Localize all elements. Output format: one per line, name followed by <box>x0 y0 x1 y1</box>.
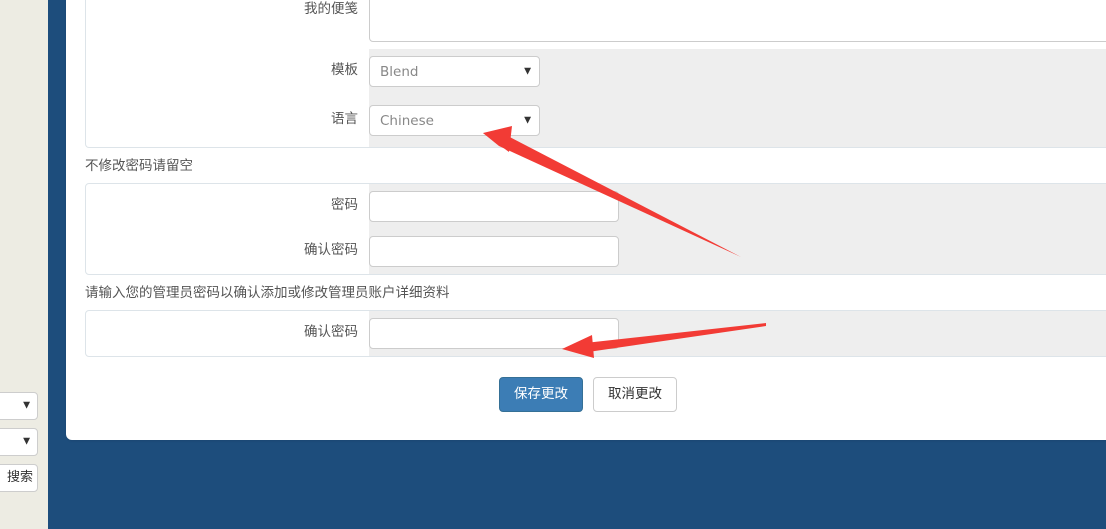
cancel-changes-button[interactable]: 取消更改 <box>593 377 677 412</box>
page-root: ▼ ▼ 搜索 我的便笺 模板 Blend ▼ 语言 Chinese ▼ 不修改密… <box>0 0 1106 529</box>
label-template: 模板 <box>331 62 358 78</box>
password-fieldset: 密码 确认密码 <box>85 183 1106 275</box>
form-row-confirm-password: 确认密码 <box>86 229 1106 274</box>
form-row-admin-confirm-password: 确认密码 <box>86 311 1106 356</box>
form-row-password: 密码 <box>86 184 1106 229</box>
save-changes-button[interactable]: 保存更改 <box>499 377 583 412</box>
form-row-template: 模板 Blend ▼ <box>86 49 1106 98</box>
chevron-down-icon: ▼ <box>23 436 30 447</box>
form-actions: 保存更改 取消更改 <box>85 357 1091 412</box>
chevron-down-icon: ▼ <box>23 400 30 411</box>
label-admin-confirm-password: 确认密码 <box>304 324 358 340</box>
field-cell-confirm-password <box>369 229 1106 274</box>
form-row-notes: 我的便笺 <box>86 0 1106 49</box>
admin-confirm-hint-text: 请输入您的管理员密码以确认添加或修改管理员账户详细资料 <box>85 285 450 301</box>
content-card: 我的便笺 模板 Blend ▼ 语言 Chinese ▼ 不修改密码请留空 密码… <box>66 0 1106 440</box>
language-select[interactable]: Chinese ▼ <box>369 105 540 136</box>
template-select[interactable]: Blend ▼ <box>369 56 540 87</box>
field-cell-password <box>369 184 1106 229</box>
label-language: 语言 <box>331 111 358 127</box>
sidebar-select-two[interactable]: ▼ <box>0 428 38 456</box>
field-cell-template: Blend ▼ <box>369 49 1106 98</box>
label-confirm-password: 确认密码 <box>304 242 358 258</box>
sidebar-widgets: ▼ ▼ 搜索 <box>0 392 38 492</box>
form-row-language: 语言 Chinese ▼ <box>86 98 1106 147</box>
template-select-value: Blend <box>369 56 540 87</box>
field-cell-admin-confirm-password <box>369 311 1106 356</box>
password-hint-text: 不修改密码请留空 <box>85 158 193 174</box>
profile-fieldset: 我的便笺 模板 Blend ▼ 语言 Chinese ▼ <box>85 0 1106 148</box>
sidebar-search-button[interactable]: 搜索 <box>0 464 38 492</box>
sidebar-select-one[interactable]: ▼ <box>0 392 38 420</box>
admin-confirm-password-input[interactable] <box>369 318 619 349</box>
label-notes: 我的便笺 <box>304 1 358 17</box>
admin-profile-form: 我的便笺 模板 Blend ▼ 语言 Chinese ▼ 不修改密码请留空 密码… <box>85 0 1106 412</box>
label-password: 密码 <box>331 197 358 213</box>
admin-confirm-fieldset: 确认密码 <box>85 310 1106 357</box>
language-select-value: Chinese <box>369 105 540 136</box>
notes-textarea[interactable] <box>369 0 1106 42</box>
field-cell-notes <box>369 0 1106 49</box>
password-input[interactable] <box>369 191 619 222</box>
confirm-password-input[interactable] <box>369 236 619 267</box>
field-cell-language: Chinese ▼ <box>369 98 1106 147</box>
